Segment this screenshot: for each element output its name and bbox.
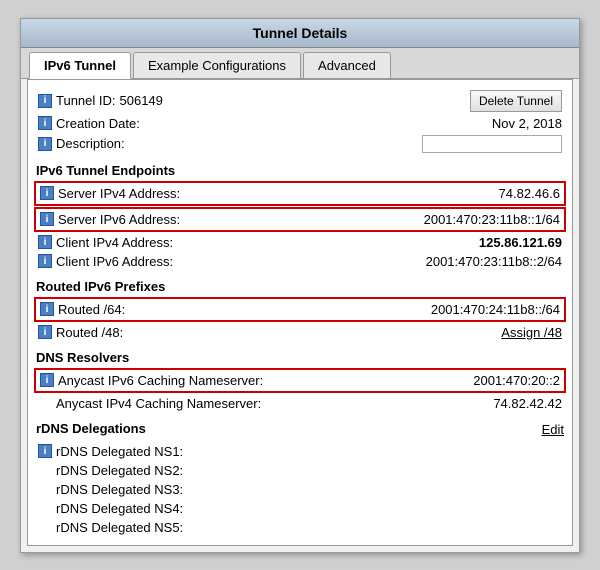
server-ipv6-value: 2001:470:23:11b8::1/64 — [424, 212, 560, 227]
tunnel-id-label: Tunnel ID: — [56, 93, 116, 108]
routed-48-label: Routed /48: — [56, 325, 123, 340]
routed-48-icon: i — [38, 325, 52, 339]
anycast-ipv6-label: Anycast IPv6 Caching Nameserver: — [58, 373, 263, 388]
rdns-ns4-label: rDNS Delegated NS4: — [56, 501, 183, 516]
routed-prefixes-header: Routed IPv6 Prefixes — [36, 279, 564, 294]
creation-date-row: i Creation Date: Nov 2, 2018 — [36, 114, 564, 133]
tab-bar: IPv6 Tunnel Example Configurations Advan… — [21, 48, 579, 79]
tab-example-configurations[interactable]: Example Configurations — [133, 52, 301, 78]
client-ipv4-label: Client IPv4 Address: — [56, 235, 173, 250]
rdns-ns1-row: i rDNS Delegated NS1: — [36, 442, 564, 461]
client-ipv4-row: i Client IPv4 Address: 125.86.121.69 — [36, 233, 564, 252]
window-title: Tunnel Details — [21, 19, 579, 48]
tunnel-id-icon: i — [38, 94, 52, 108]
creation-date-label-group: i Creation Date: — [38, 116, 140, 131]
tunnel-id-row: i Tunnel ID: 506149 Delete Tunnel — [36, 88, 564, 114]
rdns-ns1-label: rDNS Delegated NS1: — [56, 444, 183, 459]
client-ipv6-value: 2001:470:23:11b8::2/64 — [426, 254, 562, 269]
creation-date-value: Nov 2, 2018 — [492, 116, 562, 131]
anycast-ipv4-row: Anycast IPv4 Caching Nameserver: 74.82.4… — [36, 394, 564, 413]
rdns-edit-link[interactable]: Edit — [542, 422, 564, 437]
delete-tunnel-button[interactable]: Delete Tunnel — [470, 90, 562, 112]
rdns-ns5-row: rDNS Delegated NS5: — [36, 518, 564, 537]
description-icon: i — [38, 137, 52, 151]
anycast-ipv6-row: i Anycast IPv6 Caching Nameserver: 2001:… — [34, 368, 566, 393]
server-ipv4-label: Server IPv4 Address: — [58, 186, 180, 201]
client-ipv6-row: i Client IPv6 Address: 2001:470:23:11b8:… — [36, 252, 564, 271]
description-label-group: i Description: — [38, 136, 125, 151]
server-ipv4-icon: i — [40, 186, 54, 200]
anycast-ipv6-icon: i — [40, 373, 54, 387]
rdns-ns2-label: rDNS Delegated NS2: — [56, 463, 183, 478]
creation-date-icon: i — [38, 116, 52, 130]
rdns-header-row: rDNS Delegations Edit — [36, 421, 564, 439]
server-ipv6-label: Server IPv6 Address: — [58, 212, 180, 227]
rdns-header: rDNS Delegations — [36, 421, 146, 436]
routed-64-label: Routed /64: — [58, 302, 125, 317]
rdns-ns5-label: rDNS Delegated NS5: — [56, 520, 183, 535]
rdns-ns3-label: rDNS Delegated NS3: — [56, 482, 183, 497]
rdns-ns2-row: rDNS Delegated NS2: — [36, 461, 564, 480]
tab-ipv6-tunnel[interactable]: IPv6 Tunnel — [29, 52, 131, 79]
dns-resolvers-header: DNS Resolvers — [36, 350, 564, 365]
routed-64-value: 2001:470:24:11b8::/64 — [431, 302, 560, 317]
routed-48-row: i Routed /48: Assign /48 — [36, 323, 564, 342]
client-ipv6-icon: i — [38, 254, 52, 268]
rdns-ns1-icon: i — [38, 444, 52, 458]
routed-48-value[interactable]: Assign /48 — [501, 325, 562, 340]
routed-64-row: i Routed /64: 2001:470:24:11b8::/64 — [34, 297, 566, 322]
endpoints-header: IPv6 Tunnel Endpoints — [36, 163, 564, 178]
description-label: Description: — [56, 136, 125, 151]
anycast-ipv6-value: 2001:470:20::2 — [473, 373, 560, 388]
tunnel-details-window: Tunnel Details IPv6 Tunnel Example Confi… — [20, 18, 580, 553]
tab-advanced[interactable]: Advanced — [303, 52, 391, 78]
server-ipv4-row: i Server IPv4 Address: 74.82.46.6 — [34, 181, 566, 206]
tunnel-id-value: 506149 — [120, 93, 163, 108]
description-input[interactable] — [422, 135, 562, 153]
content-inner: i Tunnel ID: 506149 Delete Tunnel i Crea… — [36, 88, 564, 537]
anycast-ipv4-value: 74.82.42.42 — [493, 396, 562, 411]
client-ipv4-value: 125.86.121.69 — [479, 235, 562, 250]
tunnel-id-label-group: i Tunnel ID: 506149 — [38, 93, 163, 108]
server-ipv6-row: i Server IPv6 Address: 2001:470:23:11b8:… — [34, 207, 566, 232]
tab-content: i Tunnel ID: 506149 Delete Tunnel i Crea… — [27, 79, 573, 546]
rdns-ns3-row: rDNS Delegated NS3: — [36, 480, 564, 499]
routed-64-icon: i — [40, 302, 54, 316]
description-row: i Description: — [36, 133, 564, 155]
client-ipv6-label: Client IPv6 Address: — [56, 254, 173, 269]
server-ipv6-icon: i — [40, 212, 54, 226]
creation-date-label: Creation Date: — [56, 116, 140, 131]
server-ipv4-value: 74.82.46.6 — [499, 186, 560, 201]
anycast-ipv4-label: Anycast IPv4 Caching Nameserver: — [56, 396, 261, 411]
client-ipv4-icon: i — [38, 235, 52, 249]
rdns-ns4-row: rDNS Delegated NS4: — [36, 499, 564, 518]
